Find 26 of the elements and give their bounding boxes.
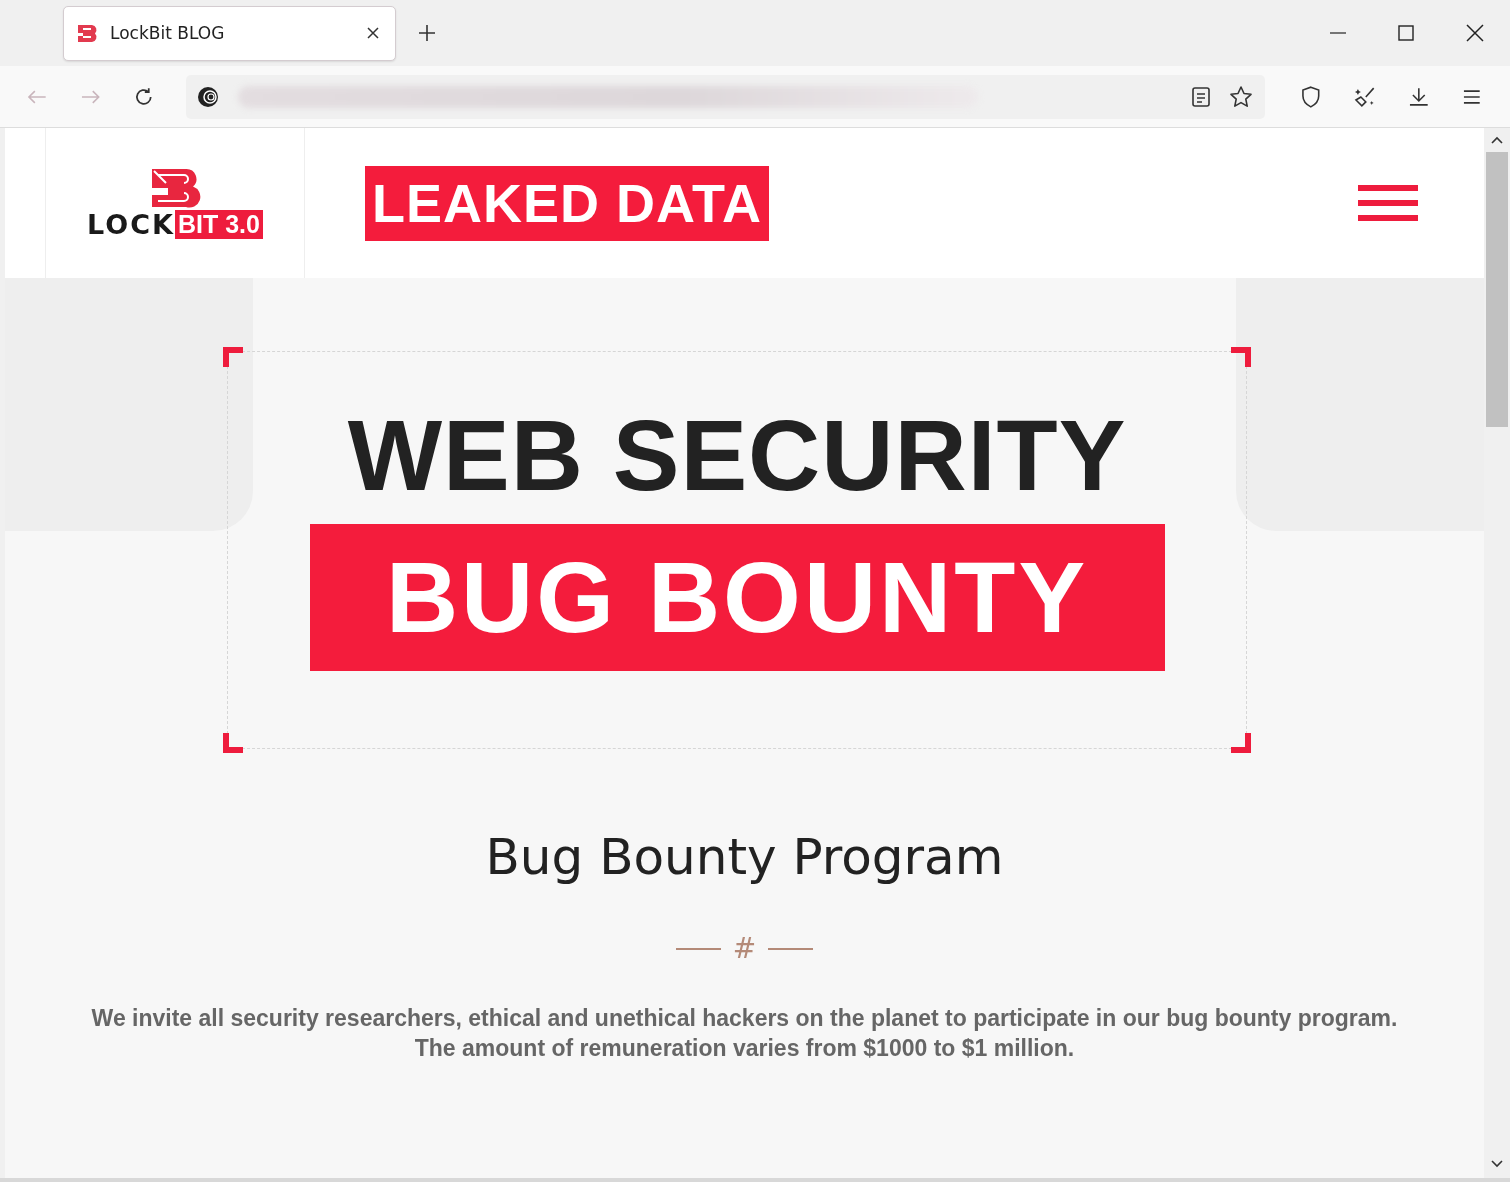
logo-badge: BIT 3.0: [174, 209, 263, 239]
close-tab-icon[interactable]: [367, 27, 379, 39]
scroll-thumb[interactable]: [1486, 152, 1508, 427]
corner-mark-icon: [1231, 733, 1251, 753]
section-heading: Bug Bounty Program: [485, 828, 1004, 886]
reader-view-icon[interactable]: [1191, 85, 1212, 108]
onion-icon: [195, 84, 220, 109]
scroll-down-icon[interactable]: [1491, 1160, 1503, 1168]
divider-symbol: #: [732, 932, 757, 965]
corner-mark-icon: [223, 347, 243, 367]
intro-text: The amount of remuneration varies from $1000 to $1 million.: [414, 1034, 1075, 1063]
corner-mark-icon: [1231, 347, 1251, 367]
corner-mark-icon: [223, 733, 243, 753]
hero-highlight: BUG BOUNTY: [309, 524, 1165, 671]
star-icon[interactable]: [1229, 84, 1254, 109]
scrollbar[interactable]: [1484, 128, 1510, 1178]
leaked-data-banner[interactable]: LEAKED DATA: [365, 165, 769, 241]
maximize-icon[interactable]: [1398, 25, 1414, 41]
browser-tab[interactable]: LockBit BLOG: [63, 5, 396, 61]
scroll-up-icon[interactable]: [1491, 136, 1503, 144]
close-icon[interactable]: [1466, 24, 1484, 42]
intro-text: We invite all security researchers, ethical and unethical hackers on the planet to participate in our bug bounty program.: [91, 1004, 1398, 1033]
new-tab-icon[interactable]: [418, 24, 436, 42]
logo-word: LOCK: [87, 208, 175, 240]
site-logo[interactable]: LOCKBIT 3.0: [87, 166, 263, 240]
hero-title: WEB SECURITY: [347, 400, 1127, 510]
